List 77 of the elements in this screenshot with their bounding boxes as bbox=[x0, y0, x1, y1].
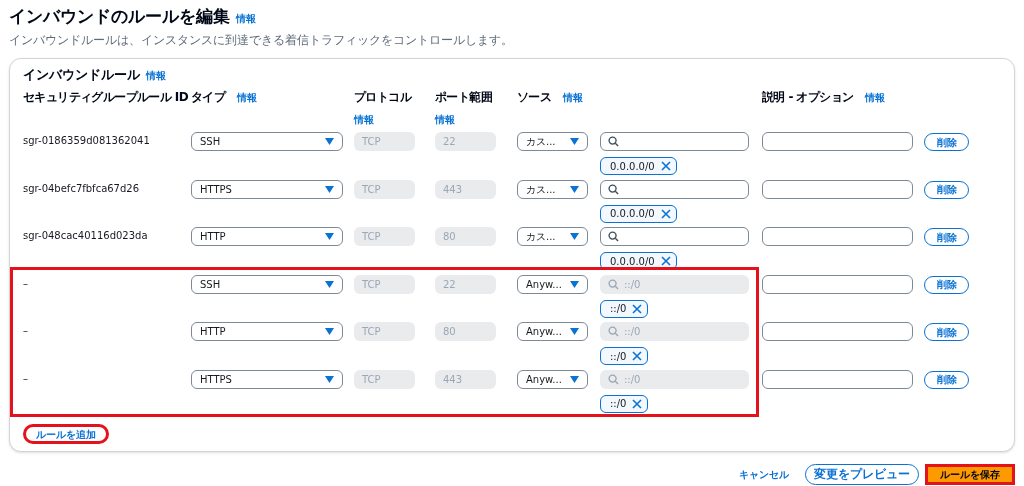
close-icon[interactable] bbox=[660, 256, 671, 266]
info-link[interactable]: 情報 bbox=[865, 90, 886, 105]
cidr-value: ::/0 bbox=[610, 302, 627, 316]
column-header: 説明 - オプション bbox=[762, 89, 854, 106]
column-header: タイプ bbox=[191, 89, 226, 106]
page-description: インバウンドルールは、インスタンスに到達できる着信トラフィックをコントロールします。 bbox=[9, 31, 514, 49]
search-icon bbox=[608, 136, 619, 147]
page-title: インバウンドのルールを編集 bbox=[9, 5, 230, 28]
caret-icon bbox=[570, 375, 579, 383]
source-select[interactable]: Anyw... bbox=[517, 322, 588, 341]
search-icon bbox=[608, 373, 619, 385]
cidr-value: 0.0.0.0/0 bbox=[610, 159, 655, 174]
info-link[interactable]: 情報 bbox=[237, 90, 258, 105]
info-link[interactable]: 情報 bbox=[236, 11, 256, 26]
close-icon[interactable] bbox=[660, 161, 671, 171]
cidr-search-field[interactable] bbox=[600, 179, 749, 199]
caret-icon bbox=[325, 138, 334, 145]
description-field[interactable] bbox=[762, 322, 913, 341]
type-select[interactable]: HTTPS bbox=[191, 179, 343, 199]
close-icon[interactable] bbox=[632, 303, 643, 314]
column-header: プロトコル bbox=[354, 89, 413, 106]
source-select[interactable]: Anyw... bbox=[517, 369, 588, 389]
cidr-value: 0.0.0.0/0 bbox=[610, 207, 655, 221]
source-select[interactable]: カス... bbox=[517, 227, 588, 246]
info-link[interactable]: 情報 bbox=[435, 112, 517, 127]
cancel-link[interactable]: キャンセル bbox=[729, 466, 799, 482]
search-icon bbox=[608, 183, 619, 195]
cidr-value: ::/0 bbox=[610, 349, 627, 364]
save-button[interactable]: ルールを保存 bbox=[925, 463, 1015, 485]
info-link[interactable]: 情報 bbox=[146, 67, 166, 83]
description-field[interactable] bbox=[762, 227, 913, 246]
caret-icon bbox=[325, 328, 334, 335]
caret-icon bbox=[570, 138, 579, 145]
caret-icon bbox=[325, 185, 334, 193]
type-select[interactable]: HTTP bbox=[191, 322, 343, 341]
rule-id: – bbox=[23, 324, 29, 338]
rule-id: – bbox=[23, 276, 29, 291]
cidr-search-field[interactable] bbox=[600, 227, 749, 246]
caret-icon bbox=[570, 185, 579, 193]
close-icon[interactable] bbox=[632, 398, 643, 409]
info-link[interactable]: 情報 bbox=[354, 112, 435, 127]
close-icon[interactable] bbox=[632, 351, 643, 361]
cidr-value: ::/0 bbox=[610, 397, 627, 411]
search-icon bbox=[608, 278, 619, 290]
close-icon[interactable] bbox=[660, 208, 671, 219]
source-select[interactable]: カス... bbox=[517, 179, 588, 199]
add-rule-button[interactable]: ルールを追加 bbox=[23, 424, 109, 444]
type-select[interactable]: SSH bbox=[191, 132, 343, 151]
type-select[interactable]: SSH bbox=[191, 274, 343, 294]
column-header: セキュリティグループルール ID bbox=[23, 89, 188, 106]
caret-icon bbox=[570, 280, 579, 288]
caret-icon bbox=[325, 375, 334, 383]
panel-title: インバウンドルール bbox=[23, 65, 140, 84]
caret-icon bbox=[570, 233, 579, 240]
caret-icon bbox=[325, 280, 334, 288]
preview-button[interactable]: 変更をプレビュー bbox=[805, 463, 919, 485]
type-select[interactable]: HTTP bbox=[191, 227, 343, 246]
rule-id: sgr-04befc7fbfca67d26 bbox=[23, 181, 141, 196]
source-select[interactable]: カス... bbox=[517, 132, 588, 151]
search-icon bbox=[608, 231, 619, 242]
description-field[interactable] bbox=[762, 369, 913, 389]
cidr-search-field[interactable] bbox=[600, 132, 749, 151]
column-header: ポート範囲 bbox=[435, 89, 493, 106]
rule-id: sgr-0186359d081362041 bbox=[23, 134, 151, 148]
search-icon bbox=[608, 326, 619, 337]
description-field[interactable] bbox=[762, 274, 913, 294]
caret-icon bbox=[570, 328, 579, 335]
info-link[interactable]: 情報 bbox=[563, 90, 584, 105]
column-header: ソース bbox=[517, 89, 552, 106]
description-field[interactable] bbox=[762, 132, 913, 151]
rule-id: – bbox=[23, 371, 29, 386]
caret-icon bbox=[325, 233, 334, 240]
type-select[interactable]: HTTPS bbox=[191, 369, 343, 389]
source-select[interactable]: Anyw... bbox=[517, 274, 588, 294]
rule-id: sgr-048cac40116d023da bbox=[23, 229, 149, 243]
cidr-value: 0.0.0.0/0 bbox=[610, 254, 655, 269]
description-field[interactable] bbox=[762, 179, 913, 199]
